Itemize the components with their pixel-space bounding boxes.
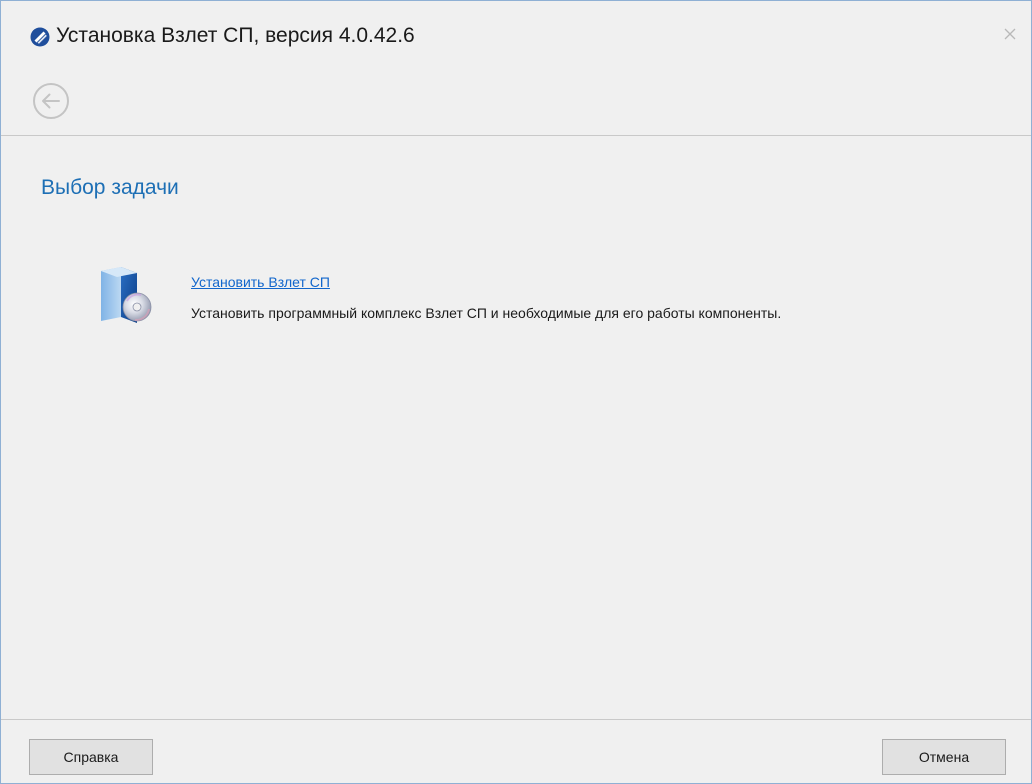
back-arrow-icon[interactable] [31, 81, 71, 121]
task-item-install: Установить Взлет СП Установить программн… [97, 263, 897, 353]
install-link[interactable]: Установить Взлет СП [191, 274, 330, 290]
footer-divider [1, 719, 1031, 720]
navigation-bar [1, 71, 1031, 135]
close-icon[interactable] [997, 21, 1023, 47]
installer-window: Установка Взлет СП, версия 4.0.42.6 Выбо… [0, 0, 1032, 784]
help-button[interactable]: Справка [29, 739, 153, 775]
page-title: Выбор задачи [41, 176, 179, 199]
software-box-icon [101, 267, 152, 323]
title-bar: Установка Взлет СП, версия 4.0.42.6 [1, 1, 1031, 71]
app-logo-icon [30, 27, 50, 47]
header-divider [1, 135, 1031, 136]
window-title: Установка Взлет СП, версия 4.0.42.6 [56, 24, 415, 47]
cancel-button[interactable]: Отмена [882, 739, 1006, 775]
install-description: Установить программный комплекс Взлет СП… [191, 305, 782, 321]
